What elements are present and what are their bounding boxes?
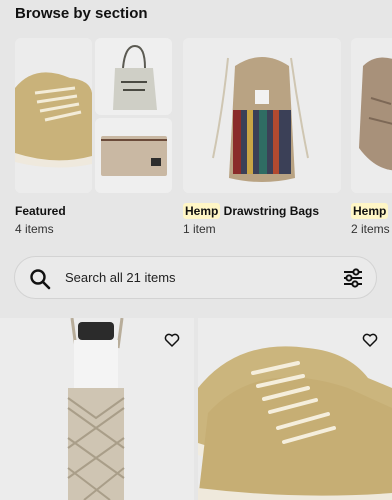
hemp-product-image	[351, 38, 392, 193]
section-card-hemp-partial[interactable]: Hemp I 2 items	[351, 36, 392, 236]
search-highlight: Hemp	[351, 203, 389, 219]
section-card-hemp-drawstring-bags[interactable]: Hemp Drawstring Bags 1 item	[183, 36, 343, 236]
section-count-hemp-drawstring-bags: 1 item	[183, 222, 216, 236]
section-title-hemp-drawstring-bags: Hemp Drawstring Bags	[183, 203, 320, 219]
featured-pouch-image	[95, 118, 172, 193]
section-title-featured: Featured	[15, 204, 66, 218]
search-highlight: Hemp	[183, 203, 221, 219]
section-title-text: Drawstring Bags	[220, 204, 320, 218]
sections-carousel[interactable]: Featured 4 items Hemp Drawstring Bags 1 …	[0, 36, 392, 246]
featured-shoe-image	[15, 38, 92, 193]
section-title-text: I	[388, 204, 392, 218]
search-icon	[29, 268, 51, 295]
featured-tote-bag-image	[95, 38, 172, 115]
heart-icon[interactable]	[362, 332, 378, 353]
filter-sliders-icon[interactable]	[342, 268, 364, 293]
drawstring-bag-image	[183, 38, 341, 193]
heart-icon[interactable]	[164, 332, 180, 353]
section-count-hemp-partial: 2 items	[351, 222, 390, 236]
section-card-featured[interactable]: Featured 4 items	[15, 36, 177, 236]
section-title-hemp-partial: Hemp I	[351, 203, 392, 219]
section-heading: Browse by section	[15, 5, 148, 22]
section-count-featured: 4 items	[15, 222, 54, 236]
listing-card-bottle-holder[interactable]	[0, 318, 194, 500]
search-all-items-bar[interactable]: Search all 21 items	[14, 256, 377, 299]
search-input[interactable]: Search all 21 items	[65, 270, 176, 285]
listing-card-hemp-shoes[interactable]	[198, 318, 392, 500]
